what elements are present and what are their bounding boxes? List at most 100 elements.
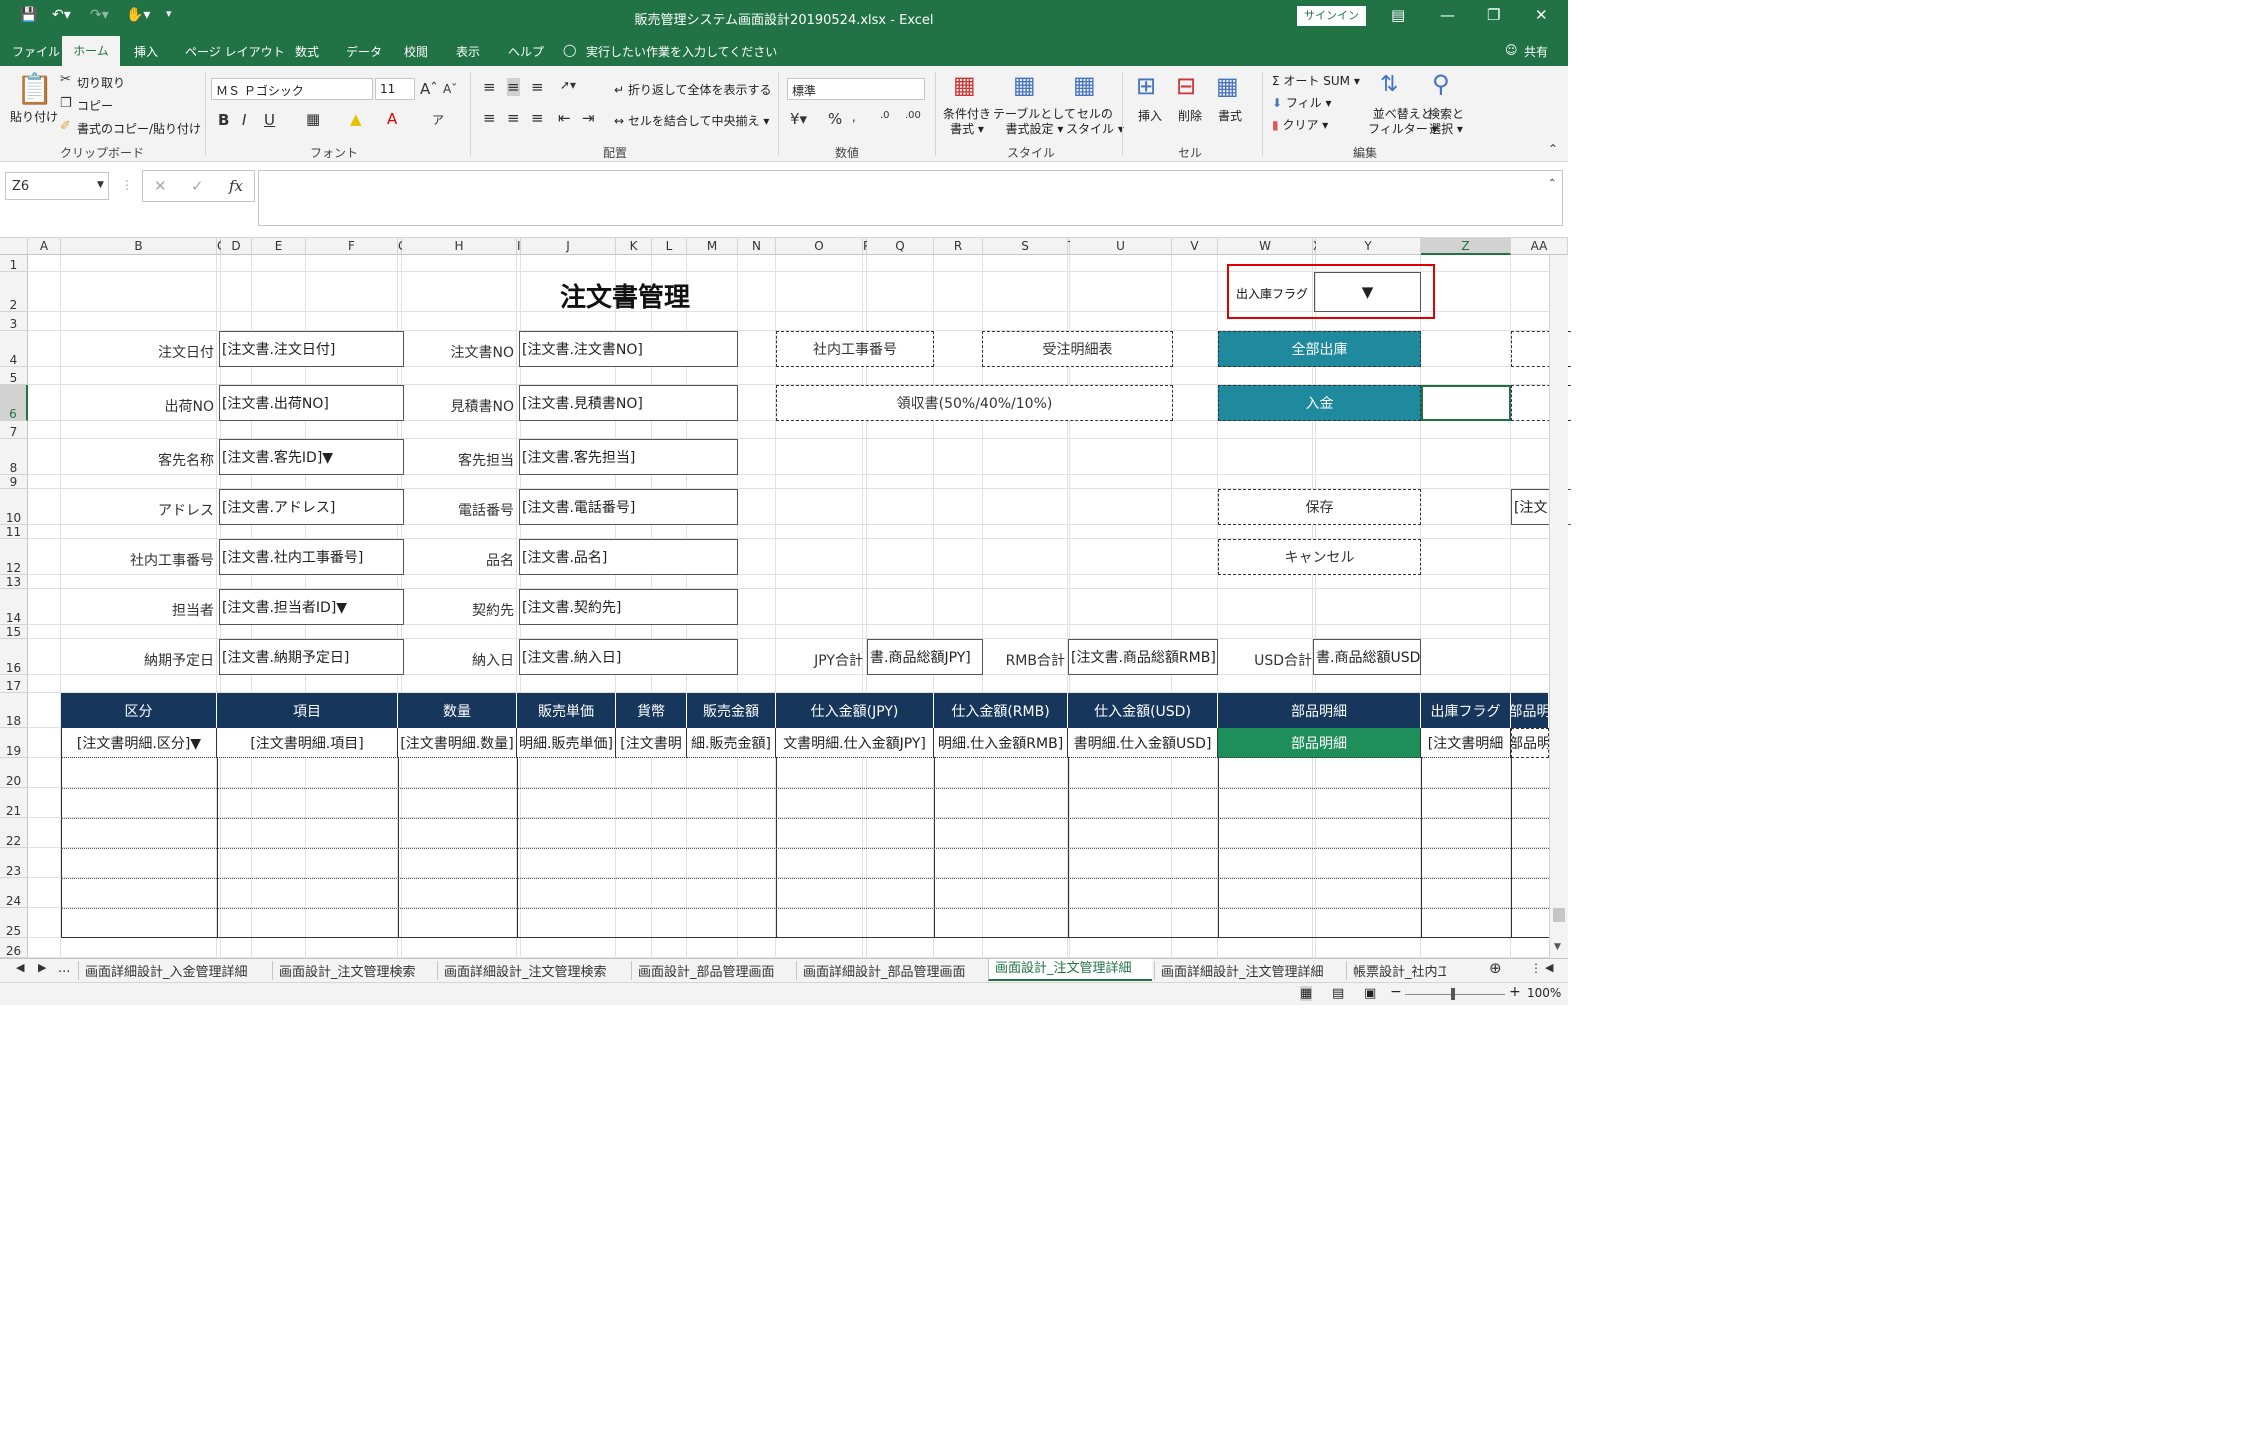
field-input[interactable]: [注文書.担当者ID]▼	[219, 589, 404, 625]
sheet-tab[interactable]: 画面設計_注文管理検索	[272, 961, 435, 980]
merge-center-button[interactable]: ↔ セルを結合して中央揃え ▾	[614, 112, 769, 129]
column-header-F[interactable]: F	[306, 238, 398, 255]
bold-icon[interactable]: B	[218, 111, 229, 129]
all-out-button[interactable]: 全部出庫	[1218, 331, 1421, 367]
row-header-1[interactable]: 1	[0, 255, 28, 272]
column-header-N[interactable]: N	[738, 238, 776, 255]
column-header-J[interactable]: J	[521, 238, 616, 255]
vertical-scrollbar[interactable]: ▼	[1549, 255, 1568, 958]
tab-scroll-right-icon[interactable]: ▶	[38, 961, 46, 974]
field-input[interactable]: [注文書.アドレス]	[219, 489, 404, 525]
table-cell[interactable]: 部品明	[1511, 728, 1549, 758]
row-header-8[interactable]: 8	[0, 439, 28, 475]
align-right-icon[interactable]: ≡	[531, 109, 544, 127]
table-cell[interactable]: 明細.販売単価]	[517, 728, 616, 758]
table-cell[interactable]: 文書明細.仕入金額JPY]	[776, 728, 934, 758]
sheet-tab[interactable]: 画面設計_注文管理詳細	[988, 959, 1152, 981]
tab-view[interactable]: 表示	[456, 43, 480, 60]
cut-button[interactable]: 切り取り	[77, 74, 125, 91]
select-all-corner[interactable]	[0, 238, 28, 255]
column-header-B[interactable]: B	[61, 238, 217, 255]
insert-function-button[interactable]: fx	[229, 177, 243, 195]
hscroll-left-icon[interactable]: ◀	[1545, 961, 1553, 974]
row-header-25[interactable]: 25	[0, 908, 28, 938]
tab-home[interactable]: ホーム	[62, 36, 120, 67]
enter-icon[interactable]: ✓	[191, 177, 204, 195]
increase-decimal-icon[interactable]: .0	[880, 110, 890, 121]
paste-icon[interactable]: 📋	[16, 72, 53, 107]
column-header-M[interactable]: M	[687, 238, 738, 255]
zoom-level[interactable]: 100%	[1527, 986, 1561, 1000]
font-size-select[interactable]: 11	[375, 78, 415, 100]
conditional-format-button[interactable]: 条件付き 書式 ▾	[943, 107, 991, 137]
cancel-button[interactable]: キャンセル	[1218, 539, 1421, 575]
column-header-K[interactable]: K	[616, 238, 652, 255]
field-input[interactable]: [注文書.客先担当]	[519, 439, 738, 475]
restore-icon[interactable]: ❐	[1487, 6, 1500, 24]
ribbon-display-icon[interactable]: ▤	[1391, 6, 1405, 24]
row-header-6[interactable]: 6	[0, 385, 28, 421]
column-header-A[interactable]: A	[28, 238, 61, 255]
formula-input[interactable]	[258, 170, 1563, 226]
normal-view-icon[interactable]: ▦	[1300, 986, 1313, 1001]
table-cell[interactable]: [注文書明細.数量]	[398, 728, 517, 758]
save-button[interactable]: 保存	[1218, 489, 1421, 525]
row-header-3[interactable]: 3	[0, 312, 28, 331]
delete-cells-button[interactable]: 削除	[1178, 107, 1202, 124]
table-cell[interactable]: 書明細.仕入金額USD]	[1068, 728, 1218, 758]
row-header-9[interactable]: 9	[0, 475, 28, 489]
paste-button[interactable]: 貼り付け	[10, 108, 58, 125]
collapse-ribbon-icon[interactable]: ⌃	[1548, 142, 1558, 156]
row-header-11[interactable]: 11	[0, 525, 28, 539]
row-header-19[interactable]: 19	[0, 728, 28, 758]
increase-font-icon[interactable]: Aˆ	[420, 80, 438, 98]
cell-styles-button[interactable]: セルの スタイル ▾	[1066, 107, 1124, 137]
row-header-13[interactable]: 13	[0, 575, 28, 589]
table-cell[interactable]: 細.販売金額]	[687, 728, 776, 758]
column-header-L[interactable]: L	[652, 238, 687, 255]
number-format-select[interactable]: 標準	[787, 78, 925, 100]
fill-color-icon[interactable]: ▲	[350, 110, 362, 128]
field-input[interactable]: [注文書.社内工事番号]	[219, 539, 404, 575]
align-top-icon[interactable]: ≡	[483, 78, 496, 96]
rmb-total-field[interactable]: [注文書.商品総額RMB]	[1068, 639, 1218, 675]
column-header-E[interactable]: E	[252, 238, 306, 255]
row-header-7[interactable]: 7	[0, 421, 28, 439]
tab-splitter-icon[interactable]: ⋮	[1530, 961, 1542, 975]
sheet-tab[interactable]: 帳票設計_社内工	[1346, 961, 1446, 980]
zoom-slider[interactable]	[1405, 994, 1505, 995]
page-layout-view-icon[interactable]: ▤	[1332, 986, 1344, 1001]
decrease-decimal-icon[interactable]: .00	[905, 110, 921, 121]
row-header-23[interactable]: 23	[0, 848, 28, 878]
field-input[interactable]: [注文書.見積書NO]	[519, 385, 738, 421]
field-input[interactable]: [注文書.注文日付]	[219, 331, 404, 367]
insert-cells-button[interactable]: 挿入	[1138, 107, 1162, 124]
name-box[interactable]: Z6	[5, 172, 109, 200]
tab-formulas[interactable]: 数式	[295, 43, 319, 60]
align-middle-icon[interactable]: ≡	[507, 78, 520, 96]
percent-icon[interactable]: %	[828, 110, 842, 128]
column-header-AA[interactable]: AA	[1511, 238, 1568, 255]
table-cell[interactable]: [注文書明細.区分]▼	[61, 728, 217, 758]
minimize-icon[interactable]: —	[1440, 6, 1455, 24]
flag-dropdown[interactable]: ▼	[1314, 272, 1421, 312]
juchu-meisai-button[interactable]: 受注明細表	[982, 331, 1173, 367]
row-header-4[interactable]: 4	[0, 331, 28, 367]
zoom-out-icon[interactable]: −	[1390, 984, 1402, 1000]
fill-button[interactable]: ⬇ フィル ▾	[1272, 94, 1332, 111]
indent-decrease-icon[interactable]: ⇤	[558, 109, 571, 127]
copy-button[interactable]: コピー	[77, 97, 113, 114]
share-button[interactable]: 共有	[1524, 43, 1548, 60]
sheet-tab[interactable]: 画面詳細設計_入金管理詳細	[78, 961, 270, 980]
field-input[interactable]: [注文書.注文書NO]	[519, 331, 738, 367]
column-header-Q[interactable]: Q	[867, 238, 934, 255]
font-color-icon[interactable]: A	[387, 110, 397, 128]
autosum-button[interactable]: Σ オート SUM ▾	[1272, 72, 1360, 89]
tab-review[interactable]: 校閲	[404, 43, 428, 60]
field-input[interactable]: [注文書.納期予定日]	[219, 639, 404, 675]
sheet-tab[interactable]: 画面詳細設計_注文管理検索	[437, 961, 629, 980]
scroll-thumb[interactable]	[1553, 908, 1565, 922]
usd-total-field[interactable]: 書.商品総額USD]	[1313, 639, 1421, 675]
table-cell[interactable]: [注文書明細.項目]	[217, 728, 398, 758]
column-header-S[interactable]: S	[983, 238, 1068, 255]
